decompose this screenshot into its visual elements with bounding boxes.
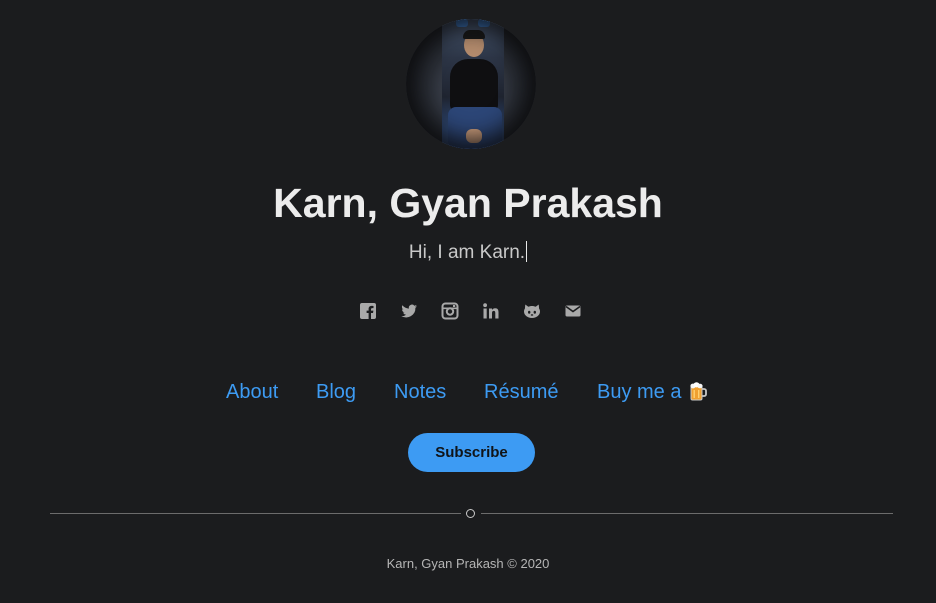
linkedin-icon[interactable] [482,302,500,320]
nav-buy-me[interactable]: Buy me a [597,381,707,404]
instagram-icon[interactable] [441,302,459,320]
beer-icon [689,381,707,401]
nav-resume[interactable]: Résumé [484,381,558,404]
nav-notes[interactable]: Notes [394,381,446,404]
mail-icon[interactable] [564,302,582,320]
github-icon[interactable] [523,302,541,320]
nav-about[interactable]: About [226,381,278,404]
subscribe-button[interactable]: Subscribe [408,433,535,472]
page-title: Karn, Gyan Prakash [273,180,663,226]
divider [50,513,461,514]
footer-copyright: Karn, Gyan Prakash © 2020 [386,556,550,571]
nav-buy-me-label: Buy me a [597,381,682,403]
avatar [406,19,536,149]
page: Karn, Gyan Prakash Hi, I am Karn. About … [0,0,936,603]
twitter-icon[interactable] [400,302,418,320]
tagline: Hi, I am Karn. [0,241,936,264]
text-caret [526,241,528,262]
nav-blog[interactable]: Blog [316,381,356,404]
divider [481,513,893,514]
tagline-text: Hi, I am Karn. [408,242,526,263]
main-nav: About Blog Notes Résumé Buy me a [0,381,936,407]
divider-ornament [466,509,475,518]
facebook-icon[interactable] [359,302,377,320]
